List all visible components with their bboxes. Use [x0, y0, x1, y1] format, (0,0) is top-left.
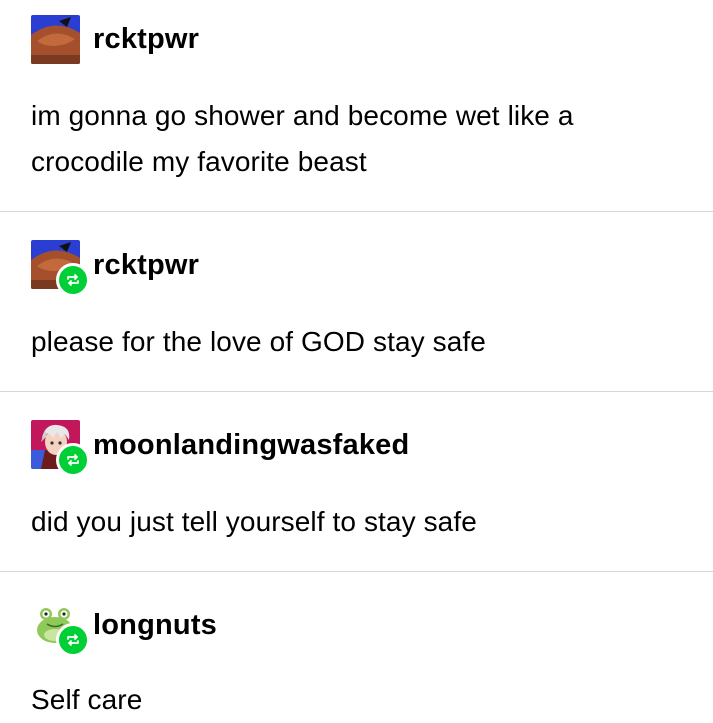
post-text: Self care [31, 684, 143, 715]
post-text: please for the love of GOD stay safe [31, 326, 486, 357]
post-3: moonlandingwasfaked did you just tell yo… [0, 392, 713, 571]
reblog-icon [56, 263, 90, 297]
post-text: did you just tell yourself to stay safe [31, 506, 477, 537]
post-2: rcktpwr please for the love of GOD stay … [0, 212, 713, 390]
reblog-icon [56, 623, 90, 657]
post-text: im gonna go shower and become wet like a… [31, 100, 574, 177]
post-1: rcktpwr im gonna go shower and become we… [0, 0, 713, 211]
post-username[interactable]: longnuts [93, 608, 217, 642]
post-username[interactable]: moonlandingwasfaked [93, 428, 409, 462]
bird-avatar-icon[interactable] [31, 15, 80, 64]
post-username[interactable]: rcktpwr [93, 22, 199, 56]
post-4: longnuts Self care [0, 572, 713, 723]
post-username[interactable]: rcktpwr [93, 248, 199, 282]
reblog-icon [56, 443, 90, 477]
